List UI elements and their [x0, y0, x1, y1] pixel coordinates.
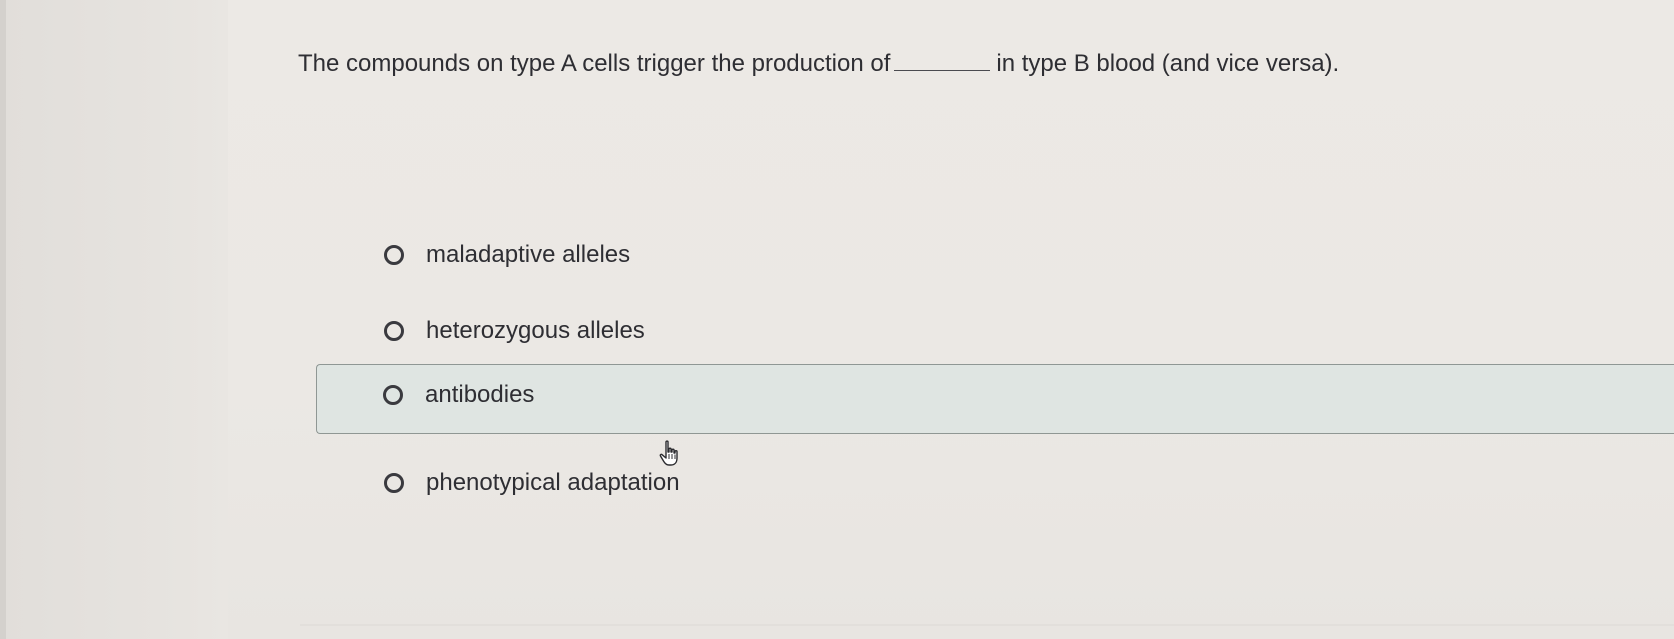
question-prompt: The compounds on type A cells trigger th… [298, 42, 1339, 86]
option-heterozygous-alleles[interactable]: heterozygous alleles [316, 299, 1674, 369]
hand-pointer-icon [659, 440, 678, 466]
page-margin [0, 0, 228, 639]
radio-button-empty-icon[interactable] [384, 321, 404, 341]
divider [300, 624, 1674, 626]
screen-edge [0, 0, 6, 639]
option-label: antibodies [425, 381, 535, 408]
radio-button-empty-icon[interactable] [384, 245, 404, 265]
option-phenotypical-adaptation[interactable]: phenotypical adaptation [316, 451, 1674, 521]
question-text-after: in type B blood (and vice versa). [996, 50, 1340, 77]
option-label: heterozygous alleles [426, 317, 645, 344]
radio-button-empty-icon[interactable] [384, 473, 404, 493]
question-text-before: The compounds on type A cells trigger th… [298, 50, 891, 77]
radio-button-empty-icon[interactable] [383, 385, 403, 405]
option-label: phenotypical adaptation [426, 469, 680, 496]
option-antibodies[interactable]: antibodies [316, 364, 1674, 434]
option-label: maladaptive alleles [426, 241, 631, 268]
answer-blank [894, 44, 991, 71]
option-maladaptive-alleles[interactable]: maladaptive alleles [316, 223, 1674, 293]
